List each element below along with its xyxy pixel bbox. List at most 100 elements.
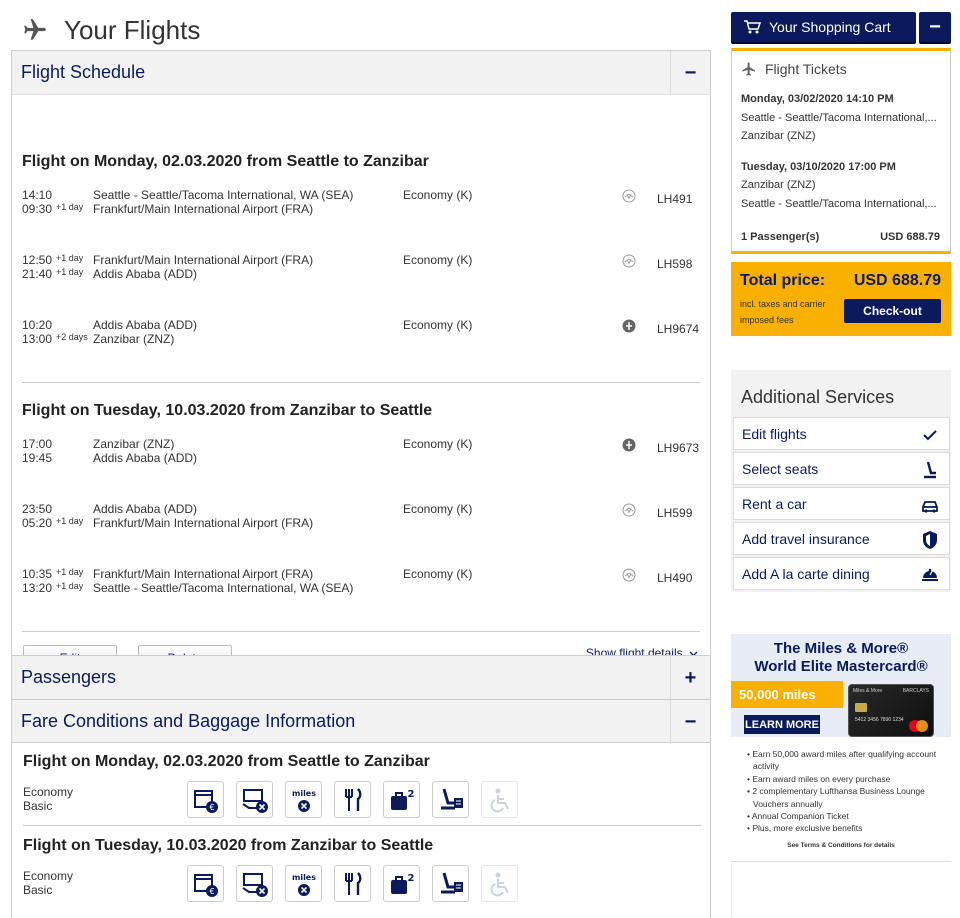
checkout-button[interactable]: Check-out (844, 299, 941, 323)
flight-segment: 23:50 05:20 +1 day Addis Ababa (ADD) Frankfu… (22, 502, 702, 532)
partner-airline-icon (622, 438, 636, 452)
rebooking-fee-icon[interactable]: € (187, 781, 224, 818)
car-icon (920, 495, 940, 515)
cart-icon (744, 20, 761, 34)
day-offset: +1 day (56, 267, 84, 277)
flight-number: LH9674 (657, 322, 700, 336)
passengers-header[interactable]: Passengers + (12, 656, 710, 700)
refund-fee-icon[interactable] (236, 781, 273, 818)
booking-class: Economy (K) (403, 437, 473, 451)
flight-number: LH490 (657, 571, 693, 585)
flight-schedule-header[interactable]: Flight Schedule − (12, 51, 710, 95)
cart-minimize-button[interactable]: − (919, 12, 951, 42)
service-label: Select seats (742, 460, 819, 477)
additional-services: Additional Services Edit flights Select s… (731, 370, 951, 592)
rebooking-fee-icon[interactable]: € (187, 865, 224, 902)
ad-benefit: Earn award miles on every purchase (752, 773, 943, 785)
baggage-icon[interactable]: 2 (383, 781, 420, 818)
seat-reservation-icon[interactable] (432, 865, 469, 902)
arrival-airport: Addis Ababa (ADD) (93, 451, 198, 465)
flight-schedule-title: Flight Schedule (21, 62, 146, 82)
day-offset: +1 day (56, 581, 84, 591)
check-icon (920, 425, 940, 445)
lufthansa-crane-icon (622, 503, 636, 517)
service-item-shield[interactable]: Add travel insurance (733, 522, 950, 555)
miles-icon[interactable]: miles (285, 781, 322, 818)
departure-airport: Seattle - Seattle/Tacoma International, … (93, 188, 354, 202)
additional-services-title: Additional Services (741, 387, 895, 407)
divider (22, 382, 700, 383)
departure-airport: Addis Ababa (ADD) (93, 502, 198, 516)
seat-icon (920, 460, 940, 480)
booking-class: Economy (K) (403, 253, 473, 267)
outbound-heading: Flight on Monday, 02.03.2020 from Seattl… (22, 153, 429, 170)
fare-icon-row: € miles 2 (187, 781, 518, 818)
service-label: Add A la carte dining (742, 565, 870, 582)
inbound-origin: Zanzibar (ZNZ) (741, 179, 816, 191)
mastercard-ad[interactable]: The Miles & More® World Elite Mastercard… (731, 634, 951, 862)
fare-icon-row: € miles 2 (187, 865, 518, 902)
flight-tickets-header: Flight Tickets (741, 61, 847, 77)
booking-class: Economy (K) (403, 567, 473, 581)
inbound-destination: Seattle - Seattle/Tacoma International,.… (741, 198, 937, 210)
service-item-check[interactable]: Edit flights (733, 417, 950, 450)
ad-terms-link[interactable]: See Terms & Conditions for details (731, 842, 951, 849)
svg-text:2: 2 (407, 873, 414, 884)
meal-icon[interactable] (334, 781, 371, 818)
fare-flight-heading: Flight on Monday, 02.03.2020 from Seattl… (23, 753, 430, 770)
ad-benefits-list: Earn 50,000 award miles after qualifying… (752, 748, 943, 835)
card-number: 5412 3456 7890 1234 (855, 717, 904, 723)
miles-icon[interactable]: miles (285, 865, 322, 902)
outbound-origin: Seattle - Seattle/Tacoma International,.… (741, 112, 937, 124)
fare-conditions-header[interactable]: Fare Conditions and Baggage Information … (11, 699, 711, 744)
departure-time: 23:50 (22, 502, 53, 516)
inbound-date: Tuesday, 03/10/2020 17:00 PM (741, 161, 896, 173)
arrival-time: 21:40 (22, 267, 53, 281)
divider (23, 825, 701, 826)
fare-conditions-panel: Fare Conditions and Baggage Information … (11, 699, 711, 918)
ad-miles-band: 50,000 miles (731, 681, 843, 708)
fare-flight-heading: Flight on Tuesday, 10.03.2020 from Zanzi… (23, 837, 434, 854)
total-price-note: incl. taxes and carrier imposed fees (740, 299, 826, 325)
refund-fee-icon[interactable] (236, 865, 273, 902)
card-chip (855, 703, 867, 712)
day-offset: +1 day (56, 202, 84, 212)
departure-airport: Frankfurt/Main International Airport (FR… (93, 567, 314, 581)
arrival-time: 05:20 (22, 516, 53, 530)
fare-conditions-title: Fare Conditions and Baggage Information (21, 710, 356, 731)
ad-title-line: The Miles & More® (773, 640, 909, 657)
outbound-destination: Zanzibar (ZNZ) (741, 130, 816, 142)
passenger-price: USD 688.79 (880, 231, 940, 243)
departure-time: 14:10 (22, 188, 53, 202)
fare-conditions-body: Flight on Monday, 02.03.2020 from Seattl… (11, 743, 711, 918)
flight-segment: 10:20 13:00 +2 days Addis Ababa (ADD) Zanzib… (22, 318, 702, 348)
assistance-icon[interactable] (481, 781, 518, 818)
ad-benefit: Earn 50,000 award miles after qualifying… (752, 748, 943, 773)
shopping-cart-label: Your Shopping Cart (769, 19, 891, 35)
passengers-title: Passengers (21, 667, 117, 687)
meal-icon[interactable] (334, 865, 371, 902)
departure-time: 17:00 (22, 437, 53, 451)
service-item-seat[interactable]: Select seats (733, 452, 950, 485)
seat-reservation-icon[interactable] (432, 781, 469, 818)
service-item-car[interactable]: Rent a car (733, 487, 950, 520)
service-item-dining[interactable]: Add A la carte dining (733, 557, 950, 590)
shopping-cart-button[interactable]: Your Shopping Cart (731, 12, 916, 42)
assistance-icon[interactable] (481, 865, 518, 902)
ad-title-line: World Elite Mastercard® (754, 658, 928, 675)
departure-airport: Frankfurt/Main International Airport (FR… (93, 253, 314, 267)
fare-class-cabin: Economy (23, 785, 74, 799)
arrival-time: 19:45 (22, 451, 53, 465)
left-column: Flight Schedule − Flight on Monday, 02.0… (11, 50, 711, 918)
card-brand: Miles & More (853, 688, 883, 694)
right-column-filler (731, 862, 951, 918)
arrival-time: 13:20 (22, 581, 53, 595)
credit-card-image: Miles & More BARCLAYS 5412 3456 7890 123… (848, 684, 934, 737)
svg-text:€: € (209, 803, 214, 812)
expand-toggle[interactable]: + (670, 656, 710, 700)
baggage-icon[interactable]: 2 (383, 865, 420, 902)
arrival-airport: Addis Ababa (ADD) (93, 267, 198, 281)
learn-more-button[interactable]: LEARN MORE (744, 715, 820, 734)
collapse-toggle[interactable]: − (670, 51, 710, 95)
collapse-toggle[interactable]: − (670, 700, 710, 744)
